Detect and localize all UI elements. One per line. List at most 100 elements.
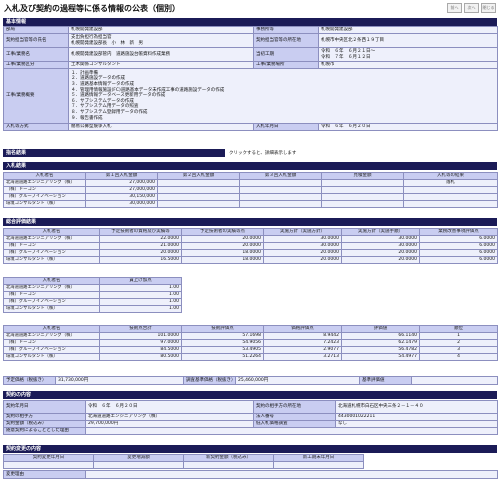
- bid-table: 入札者名 第１回入札金額 第２回入札金額 第３回入札金額 見積金額 入札等の結果…: [3, 172, 498, 208]
- base-score-label: 基準評価値: [359, 376, 412, 385]
- value: 29,700,000円: [85, 420, 254, 428]
- bidder-name: 環境コンサルタント（株）: [3, 305, 100, 313]
- score: 16.5000: [99, 256, 182, 264]
- bidder-name: （株）グループイノベーション: [3, 346, 100, 354]
- cell: [93, 461, 184, 469]
- value: 北海道札幌市白石区中央三条２－１－４０: [335, 400, 498, 414]
- score: 6.0000: [419, 256, 498, 264]
- score: 6.0000: [419, 242, 498, 250]
- table-row: 環境コンサルタント（株） 16.5000 18.0000 20.0000 20.…: [3, 256, 498, 264]
- change-reason-label: 変更理由: [3, 470, 86, 479]
- contract-row: 契約の相手方 北海道道路エンジニアリング（株） 法人番号 44300010222…: [3, 413, 498, 421]
- base-score-value: [411, 376, 498, 385]
- next-button[interactable]: 次へ: [464, 3, 479, 13]
- tech-total: 80.5000: [99, 353, 182, 361]
- label: 契約の相手方の所在地: [253, 400, 336, 414]
- nominate-note: クリックすると、詳細表示します: [229, 151, 297, 156]
- col-header: 価格評価点: [263, 325, 342, 333]
- method-label: 入札等方式: [3, 123, 69, 131]
- change-reason-table: 変更理由: [3, 470, 498, 479]
- value: 4430001022211: [335, 413, 498, 421]
- bid-header: 入札結果: [3, 162, 497, 170]
- price-row: 予定価格（税抜き） 31,730,000円 調査基準価格（税抜き） 25,460…: [3, 376, 498, 385]
- result: [403, 186, 498, 194]
- rank: 1: [419, 332, 498, 340]
- score: 1.00: [99, 305, 182, 313]
- tech-score: 57.1698: [181, 332, 264, 340]
- eval-value: 66.1140: [341, 332, 420, 340]
- label: 工事/業務場所: [253, 61, 319, 69]
- col-header: 入札者名: [3, 325, 100, 333]
- col-header: 入札者名: [3, 172, 86, 180]
- eval1-header-row: 入札者名 予定技術者の資格及び実績等 予定技術者の実績等点 実施方針（実施方針）…: [3, 228, 498, 236]
- contract-header: 契約の内容: [3, 391, 497, 399]
- nav-buttons: 前へ 次へ 閉じる: [447, 3, 496, 13]
- estimate: [321, 200, 404, 208]
- reason-value: [85, 427, 498, 435]
- close-button[interactable]: 閉じる: [481, 3, 496, 13]
- basic-row: 契約担当官等の氏名 支出負担行為担当官 札幌開発建設部長 小 林 新 男 契約担…: [3, 33, 498, 48]
- investigate-value: 25,460,000円: [235, 376, 360, 385]
- col-header: 評価値: [341, 325, 420, 333]
- score: 18.0000: [181, 256, 264, 264]
- rank: 4: [419, 353, 498, 361]
- date-value: 令和 ６年 ６月２０日: [318, 123, 498, 131]
- col-header: 第３回入札金額: [239, 172, 322, 180]
- score: 20.0000: [263, 249, 342, 257]
- score: 20.0000: [341, 256, 420, 264]
- score: 20.0000: [341, 249, 420, 257]
- col-header: 入札者名: [3, 228, 100, 236]
- summary-line: ９．報告書作成: [71, 115, 103, 121]
- score: 18.0000: [181, 249, 264, 257]
- score: 6.0000: [419, 235, 498, 243]
- date-label: 入札年月日: [253, 123, 319, 131]
- value: 札幌開発建設部管内 道路施設台帳資料作成業務: [68, 47, 254, 62]
- nominate-button[interactable]: 指名結果: [3, 149, 225, 157]
- change-header-row: 契約変更年月日 変更増減額 新契約金額（税込み） 新工期末年月日: [3, 454, 364, 462]
- rank: 2: [419, 339, 498, 347]
- label: 契約金額（税込み）: [3, 420, 86, 428]
- tech-score: 51.2264: [181, 353, 264, 361]
- table-row: 北海道道路エンジニアリング（株） 22.0000 20.0000 30.0000…: [3, 235, 498, 243]
- bidder-name: 北海道道路エンジニアリング（株）: [3, 284, 100, 292]
- bidder-name: 北海道道路エンジニアリング（株）: [3, 332, 100, 340]
- investigate-label: 調査基準価格（税抜き）: [183, 376, 236, 385]
- bidder-name: 環境コンサルタント（株）: [3, 353, 100, 361]
- table-row: 環境コンサルタント（株） 30,000,000: [3, 200, 498, 208]
- bidder-name: （株）ドーコン: [3, 242, 100, 250]
- price-score: 8.9442: [263, 332, 342, 340]
- result: [403, 193, 498, 201]
- value: 令和 ６年 ６月２０日: [85, 400, 254, 414]
- tech-score: 53.4905: [181, 346, 264, 354]
- basic-table: 部局 札幌開発建設部 事務所等 札幌開発建設部 契約担当官等の氏名 支出負担行為…: [3, 26, 498, 131]
- change-reason-value: [85, 470, 498, 479]
- col-header: 実施方針（実施手順）: [341, 228, 420, 236]
- score: 21.0000: [99, 242, 182, 250]
- col-header: 新工期末年月日: [273, 454, 364, 462]
- eval-header: 総合評価結果: [3, 218, 497, 226]
- value: 札幌開発建設部: [318, 26, 498, 34]
- amount-1: 27,000,000: [85, 179, 158, 187]
- eval2-header-row: 入札者名 賃上げ加点: [3, 277, 182, 285]
- price-score: 3.2713: [263, 353, 342, 361]
- contract-row: 契約年月日 令和 ６年 ６月２０日 契約の相手方の所在地 北海道札幌市白石区中央…: [3, 400, 498, 414]
- label: 法人番号: [253, 413, 336, 421]
- amount-3: [239, 179, 322, 187]
- summary-value: １．計画準備 ２．道路施設データの作成 ３．道路基本情報データの作成 ４．管理用…: [68, 68, 498, 124]
- col-header: 契約変更年月日: [3, 454, 94, 462]
- col-header: 賃上げ加点: [99, 277, 182, 285]
- score: 1.00: [99, 284, 182, 292]
- basic-header: 基本情報: [3, 18, 497, 26]
- table-row: （株）ドーコン 1.00: [3, 291, 182, 299]
- score: 1.00: [99, 298, 182, 306]
- prev-button[interactable]: 前へ: [447, 3, 462, 13]
- tech-total: 97.0000: [99, 339, 182, 347]
- eval-table-2: 入札者名 賃上げ加点 北海道道路エンジニアリング（株） 1.00 （株）ドーコン 1…: [3, 277, 182, 313]
- bidder-name: 環境コンサルタント（株）: [3, 200, 86, 208]
- label: 契約年月日: [3, 400, 86, 414]
- result: 落札: [403, 179, 498, 187]
- value: 支出負担行為担当官 札幌開発建設部長 小 林 新 男: [68, 33, 254, 48]
- summary-label: 工事/業務概要: [3, 68, 69, 124]
- bid-header-row: 入札者名 第１回入札金額 第２回入札金額 第３回入札金額 見積金額 入札等の結果: [3, 172, 498, 180]
- eval-table-3: 入札者名 技術点合計 技術評価点 価格評価点 評価値 順位 北海道道路エンジニア…: [3, 325, 498, 361]
